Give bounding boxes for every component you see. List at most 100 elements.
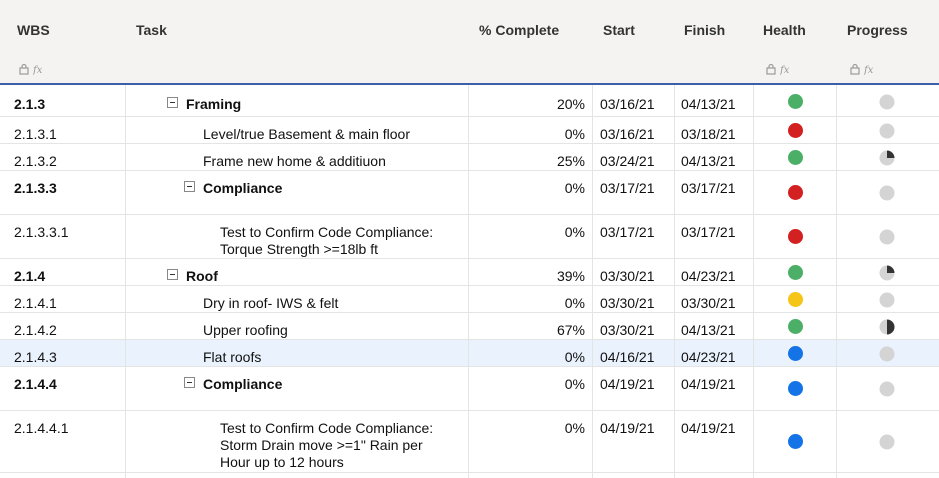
percent-complete-cell[interactable]: 0% (565, 224, 585, 241)
wbs-cell[interactable]: 2.1.4.1 (14, 295, 57, 312)
wbs-cell[interactable]: 2.1.3 (14, 96, 45, 113)
health-red-dot-icon[interactable] (788, 185, 803, 200)
percent-complete-cell[interactable]: 0% (565, 295, 585, 312)
wbs-cell[interactable]: 2.1.3.3.1 (14, 224, 69, 241)
progress-harvey-ball-icon[interactable] (879, 229, 895, 245)
table-row[interactable]: 2.1.4 Roof 39% 03/30/21 04/23/21 (0, 259, 939, 286)
wbs-cell[interactable]: 2.1.3.2 (14, 153, 57, 170)
start-date-cell[interactable]: 03/30/21 (600, 268, 655, 285)
task-cell[interactable]: Flat roofs (203, 349, 261, 366)
health-blue-dot-icon[interactable] (788, 434, 803, 449)
column-header-wbs[interactable]: WBS (17, 22, 50, 38)
progress-harvey-ball-icon[interactable] (879, 292, 895, 308)
column-header-task[interactable]: Task (136, 22, 167, 38)
progress-harvey-ball-icon[interactable] (879, 185, 895, 201)
progress-harvey-ball-icon[interactable] (879, 381, 895, 397)
percent-complete-cell[interactable]: 20% (557, 96, 585, 113)
start-date-cell[interactable]: 03/16/21 (600, 96, 655, 113)
collapse-toggle-icon[interactable] (167, 269, 178, 280)
column-header-finish[interactable]: Finish (684, 22, 725, 38)
task-cell[interactable]: Level/true Basement & main floor (203, 126, 410, 143)
start-date-cell[interactable]: 03/17/21 (600, 224, 655, 241)
progress-harvey-ball-icon[interactable] (879, 434, 895, 450)
percent-complete-cell[interactable]: 0% (565, 349, 585, 366)
task-cell-line[interactable]: Storm Drain move >=1" Rain per (220, 437, 423, 454)
health-blue-dot-icon[interactable] (788, 381, 803, 396)
start-date-cell[interactable]: 04/16/21 (600, 349, 655, 366)
finish-date-cell[interactable]: 04/13/21 (681, 322, 736, 339)
percent-complete-cell[interactable]: 0% (565, 376, 585, 393)
health-green-dot-icon[interactable] (788, 150, 803, 165)
wbs-cell[interactable]: 2.1.3.1 (14, 126, 57, 143)
wbs-cell[interactable]: 2.1.4.4.1 (14, 420, 69, 437)
progress-harvey-ball-icon[interactable] (879, 346, 895, 362)
finish-date-cell[interactable]: 04/19/21 (681, 376, 736, 393)
table-row[interactable]: 2.1.3.1 Level/true Basement & main floor 0… (0, 117, 939, 144)
finish-date-cell[interactable]: 04/19/21 (681, 420, 736, 437)
column-header-start[interactable]: Start (603, 22, 635, 38)
table-row[interactable]: 2.1.3.3.1 Test to Confirm Code Compliance… (0, 215, 939, 259)
health-green-dot-icon[interactable] (788, 94, 803, 109)
wbs-cell[interactable]: 2.1.4.4 (14, 376, 57, 393)
percent-complete-cell[interactable]: 25% (557, 153, 585, 170)
table-row[interactable]: 2.1.4.1 Dry in roof- IWS & felt 0% 03/30/21… (0, 286, 939, 313)
start-date-cell[interactable]: 04/19/21 (600, 420, 655, 437)
collapse-toggle-icon[interactable] (184, 377, 195, 388)
start-date-cell[interactable]: 03/16/21 (600, 126, 655, 143)
wbs-cell[interactable]: 2.1.4.3 (14, 349, 57, 366)
column-header-progress[interactable]: Progress (847, 22, 908, 38)
start-date-cell[interactable]: 03/24/21 (600, 153, 655, 170)
progress-harvey-ball-icon[interactable] (879, 123, 895, 139)
start-date-cell[interactable]: 03/30/21 (600, 295, 655, 312)
start-date-cell[interactable]: 04/19/21 (600, 376, 655, 393)
progress-harvey-ball-icon[interactable] (879, 150, 895, 166)
start-date-cell[interactable]: 03/17/21 (600, 180, 655, 197)
percent-complete-cell[interactable]: 67% (557, 322, 585, 339)
health-green-dot-icon[interactable] (788, 265, 803, 280)
percent-complete-cell[interactable]: 0% (565, 180, 585, 197)
wbs-cell[interactable]: 2.1.4 (14, 268, 45, 285)
health-yellow-dot-icon[interactable] (788, 292, 803, 307)
finish-date-cell[interactable]: 03/17/21 (681, 180, 736, 197)
wbs-cell[interactable]: 2.1.4.2 (14, 322, 57, 339)
wbs-cell[interactable]: 2.1.3.3 (14, 180, 57, 197)
health-red-dot-icon[interactable] (788, 229, 803, 244)
table-row[interactable]: 2.1.4.4 Compliance 0% 04/19/21 04/19/21 (0, 367, 939, 411)
task-cell[interactable]: Framing (186, 96, 241, 113)
finish-date-cell[interactable]: 03/17/21 (681, 224, 736, 241)
percent-complete-cell[interactable]: 0% (565, 420, 585, 437)
task-cell-line[interactable]: Hour up to 12 hours (220, 454, 344, 471)
percent-complete-cell[interactable]: 0% (565, 126, 585, 143)
task-cell[interactable]: Upper roofing (203, 322, 288, 339)
progress-harvey-ball-icon[interactable] (879, 265, 895, 281)
health-red-dot-icon[interactable] (788, 123, 803, 138)
finish-date-cell[interactable]: 03/30/21 (681, 295, 736, 312)
start-date-cell[interactable]: 03/30/21 (600, 322, 655, 339)
task-cell[interactable]: Roof (186, 268, 218, 285)
task-cell-line[interactable]: Torque Strength >=18lb ft (220, 241, 378, 258)
task-cell[interactable]: Compliance (203, 376, 282, 393)
collapse-toggle-icon[interactable] (167, 97, 178, 108)
task-cell-line[interactable]: Test to Confirm Code Compliance: (220, 420, 433, 437)
column-header-health[interactable]: Health (763, 22, 806, 38)
task-cell-line[interactable]: Test to Confirm Code Compliance: (220, 224, 433, 241)
table-row[interactable]: 2.1.4.4.1 Test to Confirm Code Compliance… (0, 411, 939, 473)
column-header-percent-complete[interactable]: % Complete (479, 22, 559, 38)
finish-date-cell[interactable]: 04/13/21 (681, 96, 736, 113)
table-row[interactable]: 2.1.4.2 Upper roofing 67% 03/30/21 04/13/21 (0, 313, 939, 340)
health-green-dot-icon[interactable] (788, 319, 803, 334)
table-row[interactable]: 2.1.3.2 Frame new home & additiuon 25% 03/2… (0, 144, 939, 171)
table-row[interactable]: 2.1.3.3 Compliance 0% 03/17/21 03/17/21 (0, 171, 939, 215)
finish-date-cell[interactable]: 03/18/21 (681, 126, 736, 143)
finish-date-cell[interactable]: 04/23/21 (681, 268, 736, 285)
collapse-toggle-icon[interactable] (184, 181, 195, 192)
table-row[interactable]: 2.1.3 Framing 20% 03/16/21 04/13/21 (0, 87, 939, 117)
progress-harvey-ball-icon[interactable] (879, 94, 895, 110)
progress-harvey-ball-icon[interactable] (879, 319, 895, 335)
task-cell[interactable]: Compliance (203, 180, 282, 197)
task-cell[interactable]: Frame new home & additiuon (203, 153, 386, 170)
finish-date-cell[interactable]: 04/23/21 (681, 349, 736, 366)
table-row[interactable]: 2.1.4.3 Flat roofs 0% 04/16/21 04/23/21 (0, 340, 939, 367)
finish-date-cell[interactable]: 04/13/21 (681, 153, 736, 170)
percent-complete-cell[interactable]: 39% (557, 268, 585, 285)
